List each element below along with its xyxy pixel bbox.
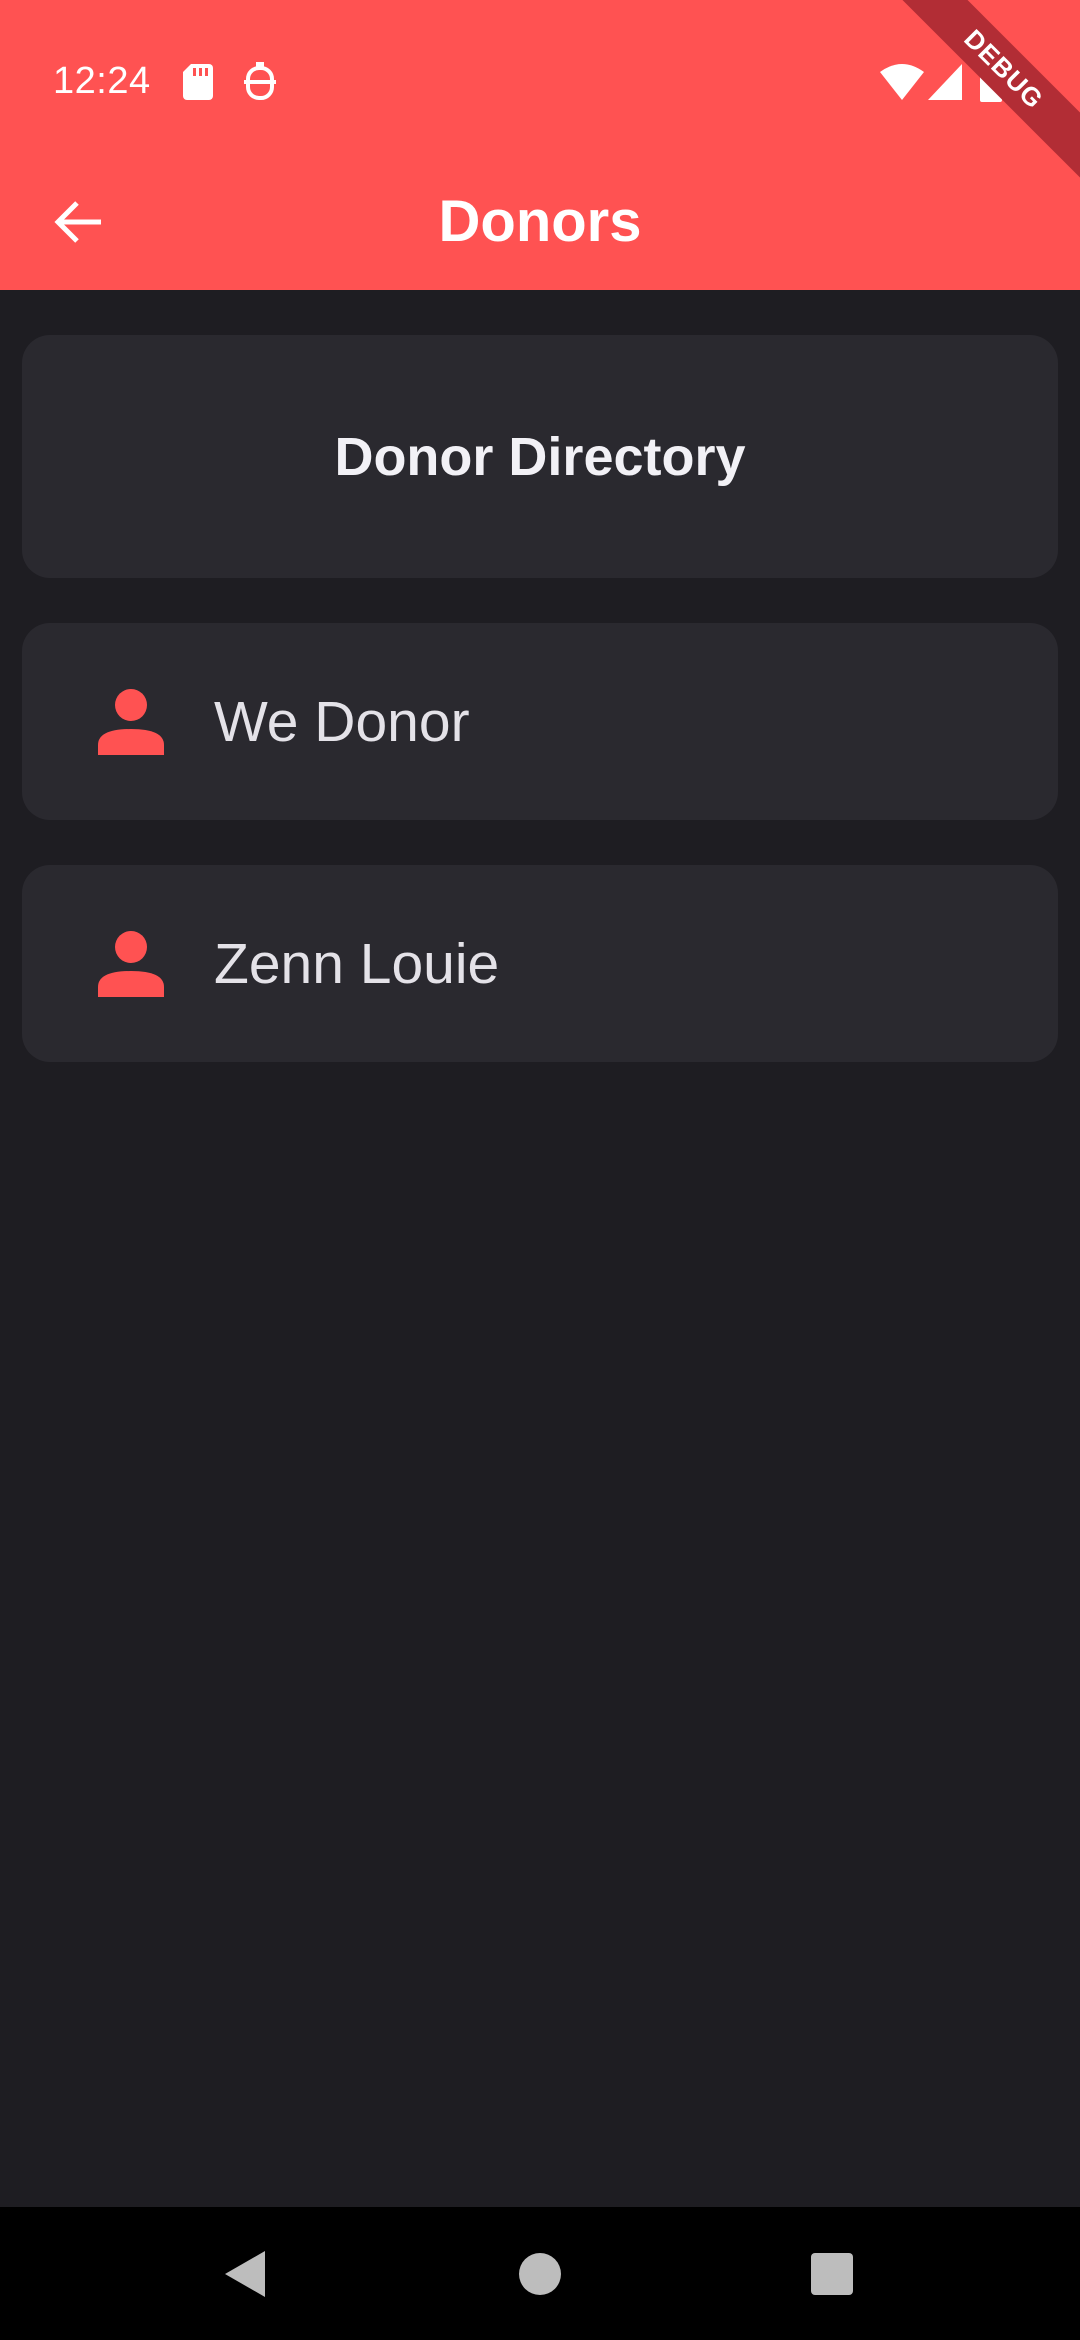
wifi-icon [880,64,924,100]
nav-back-button[interactable] [200,2229,290,2319]
nav-home-button[interactable] [495,2229,585,2319]
donor-name: Zenn Louie [214,931,500,996]
status-clock: 12:24 [53,60,151,102]
back-triangle-icon [225,2251,265,2297]
sd-card-icon [183,64,213,100]
person-icon [98,930,164,997]
list-item[interactable]: Zenn Louie [22,865,1058,1062]
app-bar: Donors [0,166,1080,290]
person-icon [98,688,164,755]
cellular-signal-icon [928,64,962,100]
system-navigation-bar [0,2207,1080,2340]
list-item[interactable]: We Donor [22,623,1058,820]
recents-square-icon [811,2253,853,2295]
home-circle-icon [519,2253,561,2295]
directory-title: Donor Directory [334,426,746,487]
directory-header-card: Donor Directory [22,335,1058,578]
donor-name: We Donor [214,689,470,754]
nav-recents-button[interactable] [787,2229,877,2319]
notification-badge-icon [244,62,276,100]
page-title: Donors [438,189,642,254]
screen: 12:24 Donors DEBUG Donor Directory We Do… [0,0,1080,2340]
status-bar: 12:24 [0,0,1080,166]
